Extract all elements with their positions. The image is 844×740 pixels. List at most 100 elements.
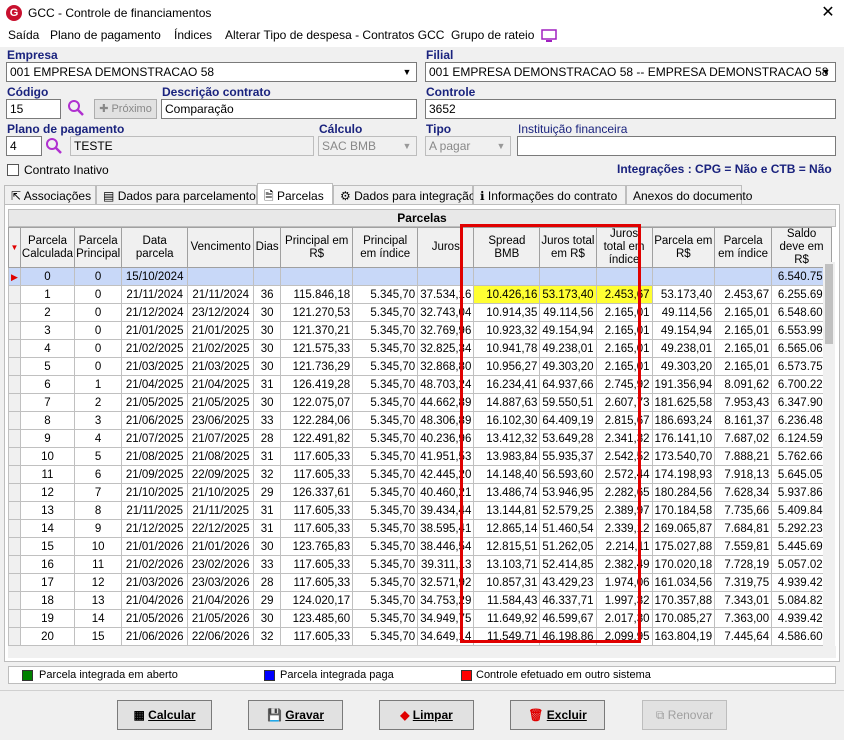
grid-cell[interactable]: 53.173,40 <box>651 285 716 304</box>
tab-associacoes[interactable]: ⇱ Associações <box>4 185 96 205</box>
table-row[interactable]: 12 7 21/10/2025 21/10/2025 29 126.337,61 5.345… <box>8 483 833 502</box>
grid-cell[interactable]: 4 <box>19 339 76 358</box>
grid-cell[interactable]: 14 <box>74 609 123 628</box>
grid-cell[interactable]: 33 <box>253 555 282 574</box>
grid-cell[interactable]: 0 <box>74 285 123 304</box>
col-header[interactable]: Parcela Principal <box>74 227 123 268</box>
row-indicator[interactable] <box>8 321 21 340</box>
grid-cell[interactable]: 2 <box>74 393 123 412</box>
grid-cell[interactable]: 21/04/2026 <box>187 591 255 610</box>
grid-cell[interactable]: 8 <box>19 411 76 430</box>
grid-cell[interactable]: 7.735,66 <box>714 501 773 520</box>
grid-cell[interactable]: 7.343,01 <box>714 591 773 610</box>
table-row[interactable]: 1 0 21/11/2024 21/11/2024 36 115.846,18 5.345,… <box>8 285 833 304</box>
grid-cell[interactable]: 21/07/2025 <box>121 429 189 448</box>
grid-cell[interactable]: 121.370,21 <box>280 321 354 340</box>
row-indicator[interactable] <box>8 519 21 538</box>
row-indicator[interactable] <box>8 411 21 430</box>
row-indicator[interactable] <box>8 447 21 466</box>
table-row[interactable]: 10 5 21/08/2025 21/08/2025 31 117.605,33 5.345… <box>8 447 833 466</box>
grid-cell[interactable]: 8.161,37 <box>714 411 773 430</box>
grid-cell[interactable]: 17 <box>19 573 76 592</box>
grid-cell[interactable]: 5.345,70 <box>352 573 419 592</box>
menu-indices[interactable]: Índices <box>174 28 212 42</box>
table-row[interactable]: 14 9 21/12/2025 22/12/2025 31 117.605,33 5.345… <box>8 519 833 538</box>
table-row[interactable]: 8 3 21/06/2025 23/06/2025 33 122.284,06 5.345,… <box>8 411 833 430</box>
row-indicator[interactable] <box>8 609 21 628</box>
grid-cell[interactable]: 5 <box>74 447 123 466</box>
grid-cell[interactable] <box>187 267 255 286</box>
grid-cell[interactable]: 5.345,70 <box>352 609 419 628</box>
table-row[interactable]: 16 11 21/02/2026 23/02/2026 33 117.605,33 5.34… <box>8 555 833 574</box>
grid-cell[interactable]: 31 <box>253 447 282 466</box>
grid-cell[interactable]: 21/02/2025 <box>121 339 189 358</box>
grid-cell[interactable]: 15 <box>74 627 123 646</box>
filial-select[interactable]: 001 EMPRESA DEMONSTRACAO 58 -- EMPRESA D… <box>425 62 836 82</box>
grid-cell[interactable]: 181.625,58 <box>651 393 716 412</box>
grid-cell[interactable]: 5.345,70 <box>352 375 419 394</box>
contrato-inativo-checkbox[interactable] <box>7 164 19 176</box>
grid-cell[interactable]: 0 <box>74 339 123 358</box>
chevron-down-icon[interactable]: ▼ <box>493 138 509 154</box>
search-icon[interactable] <box>67 99 87 119</box>
grid-cell[interactable]: 176.141,10 <box>651 429 716 448</box>
grid-cell[interactable]: 31 <box>253 501 282 520</box>
row-indicator[interactable] <box>8 285 21 304</box>
grid-cell[interactable]: 21/03/2025 <box>187 357 255 376</box>
grid-cell[interactable]: 7.687,02 <box>714 429 773 448</box>
excluir-button[interactable]: 🗑 Excluir <box>510 700 605 730</box>
grid-cell[interactable]: 5.345,70 <box>352 483 419 502</box>
grid-cell[interactable]: 30 <box>253 357 282 376</box>
close-icon[interactable]: ✕ <box>818 3 838 23</box>
proximo-button[interactable]: ✚ Próximo <box>94 99 157 119</box>
grid-cell[interactable]: 22/09/2025 <box>187 465 255 484</box>
grid-cell[interactable]: 21/05/2025 <box>187 393 255 412</box>
grid-cell[interactable]: 21/01/2025 <box>121 321 189 340</box>
grid-cell[interactable]: 21/10/2025 <box>121 483 189 502</box>
grid-cell[interactable]: 13 <box>19 501 76 520</box>
grid-cell[interactable]: 21/06/2025 <box>121 411 189 430</box>
grid-cell[interactable]: 21/02/2026 <box>121 555 189 574</box>
grid-cell[interactable]: 2.165,01 <box>714 357 773 376</box>
monitor-icon[interactable] <box>541 29 557 46</box>
grid-cell[interactable]: 161.034,56 <box>651 573 716 592</box>
menu-plano-pagamento[interactable]: Plano de pagamento <box>50 28 161 42</box>
grid-cell[interactable] <box>651 267 716 286</box>
grid-cell[interactable]: 16 <box>19 555 76 574</box>
grid-cell[interactable]: 21/09/2025 <box>121 465 189 484</box>
grid-cell[interactable]: 23/12/2024 <box>187 303 255 322</box>
col-header[interactable]: Parcela em R$ <box>651 227 716 268</box>
table-row[interactable]: 6 1 21/04/2025 21/04/2025 31 126.419,28 5.345,… <box>8 375 833 394</box>
row-indicator[interactable] <box>8 537 21 556</box>
table-row[interactable]: 3 0 21/01/2025 21/01/2025 30 121.370,21 5.345,… <box>8 321 833 340</box>
scroll-thumb[interactable] <box>825 264 833 344</box>
grid-cell[interactable]: 5.345,70 <box>352 339 419 358</box>
grid-cell[interactable]: 5.345,70 <box>352 591 419 610</box>
table-row[interactable]: 7 2 21/05/2025 21/05/2025 30 122.075,07 5.345,… <box>8 393 833 412</box>
codigo-input[interactable]: 15 <box>6 99 61 119</box>
grid-cell[interactable]: 5.345,70 <box>352 519 419 538</box>
grid-cell[interactable]: 2.165,01 <box>714 303 773 322</box>
grid-cell[interactable]: 21/12/2024 <box>121 303 189 322</box>
grid-cell[interactable]: 30 <box>253 537 282 556</box>
row-indicator[interactable]: ▶ <box>8 267 21 286</box>
grid-cell[interactable] <box>352 267 419 286</box>
grid-cell[interactable]: 21/01/2026 <box>187 537 255 556</box>
grid-cell[interactable]: 21/11/2025 <box>187 501 255 520</box>
grid-cell[interactable]: 7.559,81 <box>714 537 773 556</box>
grid-cell[interactable]: 22/06/2026 <box>187 627 255 646</box>
row-indicator[interactable] <box>8 429 21 448</box>
grid-cell[interactable]: 163.804,19 <box>651 627 716 646</box>
grid-cell[interactable]: 6 <box>19 375 76 394</box>
grid-cell[interactable]: 170.184,58 <box>651 501 716 520</box>
horizontal-scrollbar[interactable] <box>8 646 836 658</box>
grid-cell[interactable]: 21/04/2025 <box>187 375 255 394</box>
grid-cell[interactable]: 21/06/2026 <box>121 627 189 646</box>
col-header[interactable]: Dias <box>253 227 282 268</box>
grid-cell[interactable]: 7.684,81 <box>714 519 773 538</box>
grid-cell[interactable]: 21/04/2026 <box>121 591 189 610</box>
row-indicator[interactable] <box>8 393 21 412</box>
grid-cell[interactable]: 2.165,01 <box>714 321 773 340</box>
grid-cell[interactable]: 11 <box>19 465 76 484</box>
row-indicator[interactable] <box>8 555 21 574</box>
